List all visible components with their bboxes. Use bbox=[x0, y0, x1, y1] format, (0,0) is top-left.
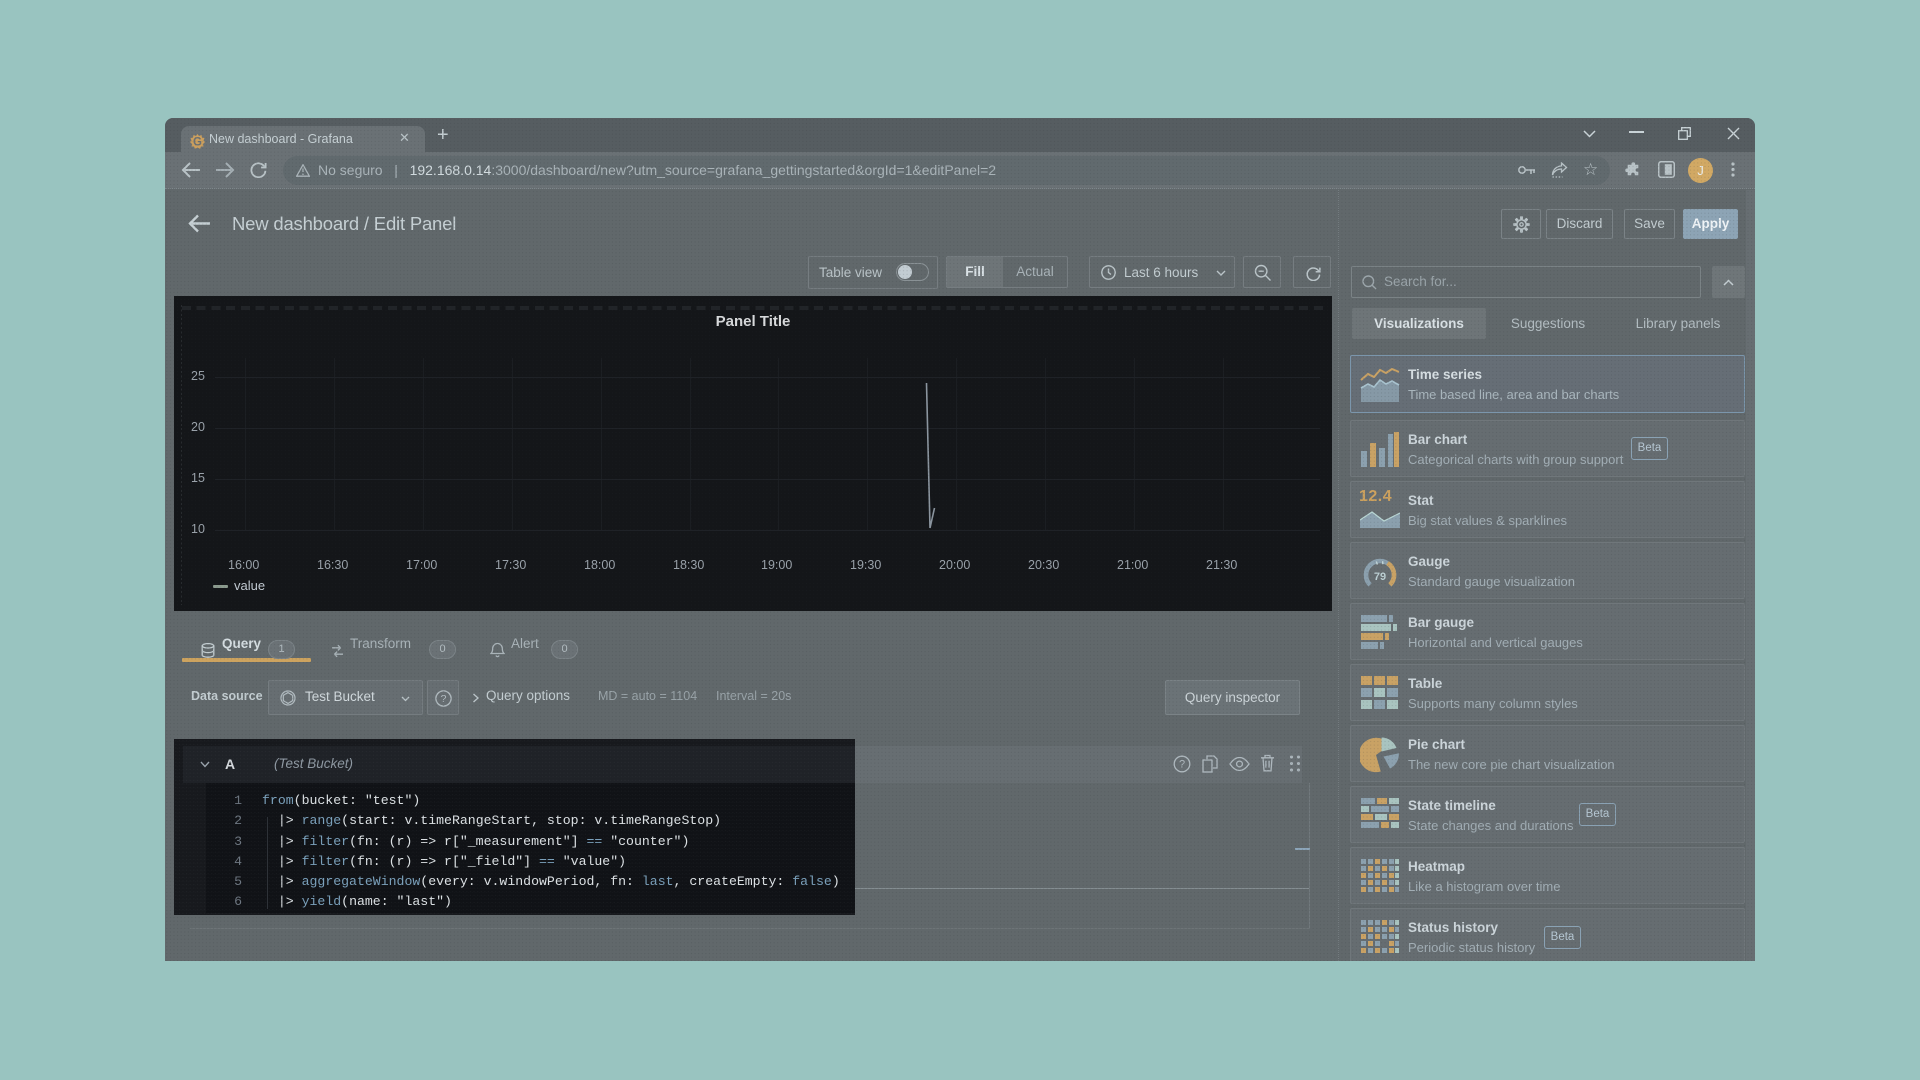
svg-text:79: 79 bbox=[1374, 571, 1386, 583]
svg-text:?: ? bbox=[441, 693, 447, 705]
svg-text:G: G bbox=[193, 137, 202, 149]
svg-text:?: ? bbox=[1179, 759, 1185, 771]
